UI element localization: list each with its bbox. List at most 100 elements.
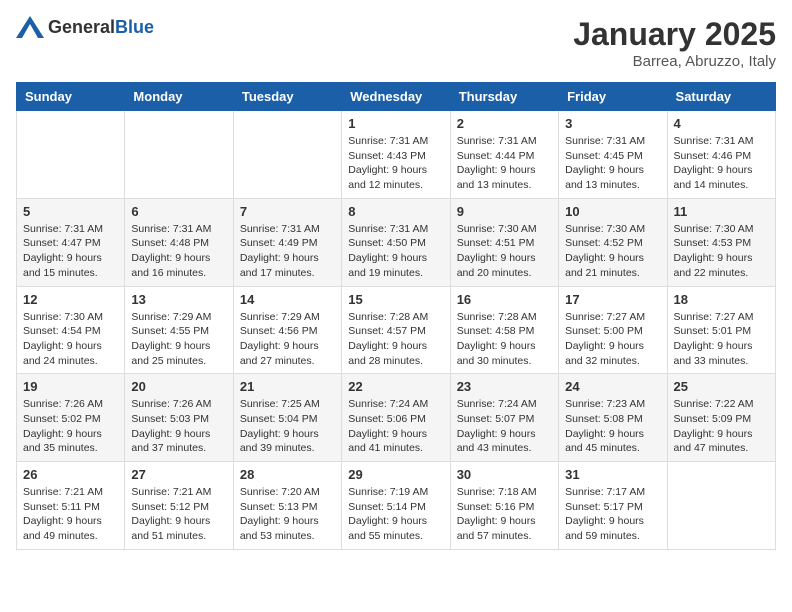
day-number: 27 xyxy=(131,467,226,482)
day-info: Sunrise: 7:25 AMSunset: 5:04 PMDaylight:… xyxy=(240,397,335,456)
day-number: 7 xyxy=(240,204,335,219)
day-number: 8 xyxy=(348,204,443,219)
calendar-day-30: 30Sunrise: 7:18 AMSunset: 5:16 PMDayligh… xyxy=(450,462,558,550)
calendar-day-31: 31 Sunrise: 7:17 AMSunset: 5:17 PMDayligh… xyxy=(559,462,667,550)
day-number: 12 xyxy=(23,292,118,307)
calendar-day-8: 8 Sunrise: 7:31 AMSunset: 4:50 PMDaylight… xyxy=(342,198,450,286)
calendar-day-19: 19 Sunrise: 7:26 AMSunset: 5:02 PMDayligh… xyxy=(17,374,125,462)
empty-cell xyxy=(17,111,125,199)
calendar-week-row: 12 Sunrise: 7:30 AMSunset: 4:54 PMDayligh… xyxy=(17,286,776,374)
day-number: 3 xyxy=(565,116,660,131)
day-number: 24 xyxy=(565,379,660,394)
day-number: 22 xyxy=(348,379,443,394)
calendar-day-7: 7 Sunrise: 7:31 AMSunset: 4:49 PMDaylight… xyxy=(233,198,341,286)
calendar-day-12: 12 Sunrise: 7:30 AMSunset: 4:54 PMDayligh… xyxy=(17,286,125,374)
day-info: Sunrise: 7:29 AMSunset: 4:55 PMDaylight:… xyxy=(131,310,226,369)
day-info: Sunrise: 7:17 AMSunset: 5:17 PMDaylight:… xyxy=(565,485,660,544)
day-info: Sunrise: 7:31 AMSunset: 4:44 PMDaylight:… xyxy=(457,134,552,193)
empty-cell xyxy=(125,111,233,199)
calendar-location: Barrea, Abruzzo, Italy xyxy=(573,53,776,70)
logo-general: General xyxy=(48,17,115,37)
calendar-week-row: 26 Sunrise: 7:21 AMSunset: 5:11 PMDayligh… xyxy=(17,462,776,550)
day-info: Sunrise: 7:30 AMSunset: 4:52 PMDaylight:… xyxy=(565,222,660,281)
day-info: Sunrise: 7:19 AMSunset: 5:14 PMDaylight:… xyxy=(348,485,443,544)
day-info: Sunrise: 7:24 AMSunset: 5:06 PMDaylight:… xyxy=(348,397,443,456)
day-info: Sunrise: 7:31 AMSunset: 4:45 PMDaylight:… xyxy=(565,134,660,193)
calendar-day-9: 9Sunrise: 7:30 AMSunset: 4:51 PMDaylight… xyxy=(450,198,558,286)
weekday-monday: Monday xyxy=(125,83,233,111)
day-info: Sunrise: 7:26 AMSunset: 5:03 PMDaylight:… xyxy=(131,397,226,456)
day-info: Sunrise: 7:30 AMSunset: 4:54 PMDaylight:… xyxy=(23,310,118,369)
day-info: Sunrise: 7:21 AMSunset: 5:11 PMDaylight:… xyxy=(23,485,118,544)
calendar-day-25: 25 Sunrise: 7:22 AMSunset: 5:09 PMDayligh… xyxy=(667,374,775,462)
weekday-wednesday: Wednesday xyxy=(342,83,450,111)
calendar-day-16: 16Sunrise: 7:28 AMSunset: 4:58 PMDayligh… xyxy=(450,286,558,374)
calendar-day-2: 2 Sunrise: 7:31 AMSunset: 4:44 PMDaylight… xyxy=(450,111,558,199)
day-number: 1 xyxy=(348,116,443,131)
day-number: 28 xyxy=(240,467,335,482)
weekday-thursday: Thursday xyxy=(450,83,558,111)
day-number: 29 xyxy=(348,467,443,482)
empty-cell xyxy=(667,462,775,550)
day-info: Sunrise: 7:28 AMSunset: 4:57 PMDaylight:… xyxy=(348,310,443,369)
calendar-day-4: 4 Sunrise: 7:31 AMSunset: 4:46 PMDaylight… xyxy=(667,111,775,199)
day-number: 18 xyxy=(674,292,769,307)
day-number: 14 xyxy=(240,292,335,307)
calendar-day-21: 21 Sunrise: 7:25 AMSunset: 5:04 PMDayligh… xyxy=(233,374,341,462)
calendar-week-row: 5 Sunrise: 7:31 AMSunset: 4:47 PMDaylight… xyxy=(17,198,776,286)
day-number: 20 xyxy=(131,379,226,394)
day-info: Sunrise: 7:20 AMSunset: 5:13 PMDaylight:… xyxy=(240,485,335,544)
day-number: 19 xyxy=(23,379,118,394)
calendar-day-6: 6Sunrise: 7:31 AMSunset: 4:48 PMDaylight… xyxy=(125,198,233,286)
day-info: Sunrise: 7:31 AMSunset: 4:46 PMDaylight:… xyxy=(674,134,769,193)
calendar-week-row: 19 Sunrise: 7:26 AMSunset: 5:02 PMDayligh… xyxy=(17,374,776,462)
day-info: Sunrise: 7:26 AMSunset: 5:02 PMDaylight:… xyxy=(23,397,118,456)
day-info: Sunrise: 7:30 AMSunset: 4:51 PMDaylight:… xyxy=(457,222,552,281)
day-number: 13 xyxy=(131,292,226,307)
day-number: 25 xyxy=(674,379,769,394)
day-number: 17 xyxy=(565,292,660,307)
day-number: 31 xyxy=(565,467,660,482)
page-header: GeneralBlue January 2025 Barrea, Abruzzo… xyxy=(16,16,776,70)
day-number: 11 xyxy=(674,204,769,219)
calendar-day-23: 23 Sunrise: 7:24 AMSunset: 5:07 PMDayligh… xyxy=(450,374,558,462)
calendar-day-3: 3 Sunrise: 7:31 AMSunset: 4:45 PMDaylight… xyxy=(559,111,667,199)
day-info: Sunrise: 7:24 AMSunset: 5:07 PMDaylight:… xyxy=(457,397,552,456)
calendar-day-17: 17Sunrise: 7:27 AMSunset: 5:00 PMDayligh… xyxy=(559,286,667,374)
calendar-day-1: 1 Sunrise: 7:31 AMSunset: 4:43 PMDaylight… xyxy=(342,111,450,199)
day-info: Sunrise: 7:27 AMSunset: 5:01 PMDaylight:… xyxy=(674,310,769,369)
day-number: 16 xyxy=(457,292,552,307)
calendar-day-18: 18 Sunrise: 7:27 AMSunset: 5:01 PMDayligh… xyxy=(667,286,775,374)
title-block: January 2025 Barrea, Abruzzo, Italy xyxy=(573,16,776,70)
day-info: Sunrise: 7:31 AMSunset: 4:43 PMDaylight:… xyxy=(348,134,443,193)
calendar-title: January 2025 xyxy=(573,16,776,53)
day-number: 26 xyxy=(23,467,118,482)
day-number: 4 xyxy=(674,116,769,131)
calendar-day-5: 5 Sunrise: 7:31 AMSunset: 4:47 PMDaylight… xyxy=(17,198,125,286)
calendar-day-15: 15Sunrise: 7:28 AMSunset: 4:57 PMDayligh… xyxy=(342,286,450,374)
weekday-header-row: SundayMondayTuesdayWednesdayThursdayFrid… xyxy=(17,83,776,111)
day-info: Sunrise: 7:31 AMSunset: 4:50 PMDaylight:… xyxy=(348,222,443,281)
day-info: Sunrise: 7:31 AMSunset: 4:47 PMDaylight:… xyxy=(23,222,118,281)
calendar-day-24: 24 Sunrise: 7:23 AMSunset: 5:08 PMDayligh… xyxy=(559,374,667,462)
day-info: Sunrise: 7:30 AMSunset: 4:53 PMDaylight:… xyxy=(674,222,769,281)
calendar-day-28: 28 Sunrise: 7:20 AMSunset: 5:13 PMDayligh… xyxy=(233,462,341,550)
empty-cell xyxy=(233,111,341,199)
day-info: Sunrise: 7:22 AMSunset: 5:09 PMDaylight:… xyxy=(674,397,769,456)
day-number: 23 xyxy=(457,379,552,394)
weekday-friday: Friday xyxy=(559,83,667,111)
weekday-tuesday: Tuesday xyxy=(233,83,341,111)
weekday-sunday: Sunday xyxy=(17,83,125,111)
calendar-day-20: 20 Sunrise: 7:26 AMSunset: 5:03 PMDayligh… xyxy=(125,374,233,462)
calendar-table: SundayMondayTuesdayWednesdayThursdayFrid… xyxy=(16,82,776,550)
day-number: 2 xyxy=(457,116,552,131)
day-info: Sunrise: 7:31 AMSunset: 4:49 PMDaylight:… xyxy=(240,222,335,281)
logo-icon xyxy=(16,16,44,38)
day-info: Sunrise: 7:23 AMSunset: 5:08 PMDaylight:… xyxy=(565,397,660,456)
day-number: 21 xyxy=(240,379,335,394)
weekday-saturday: Saturday xyxy=(667,83,775,111)
calendar-week-row: 1 Sunrise: 7:31 AMSunset: 4:43 PMDaylight… xyxy=(17,111,776,199)
calendar-day-29: 29 Sunrise: 7:19 AMSunset: 5:14 PMDayligh… xyxy=(342,462,450,550)
day-number: 30 xyxy=(457,467,552,482)
day-number: 5 xyxy=(23,204,118,219)
